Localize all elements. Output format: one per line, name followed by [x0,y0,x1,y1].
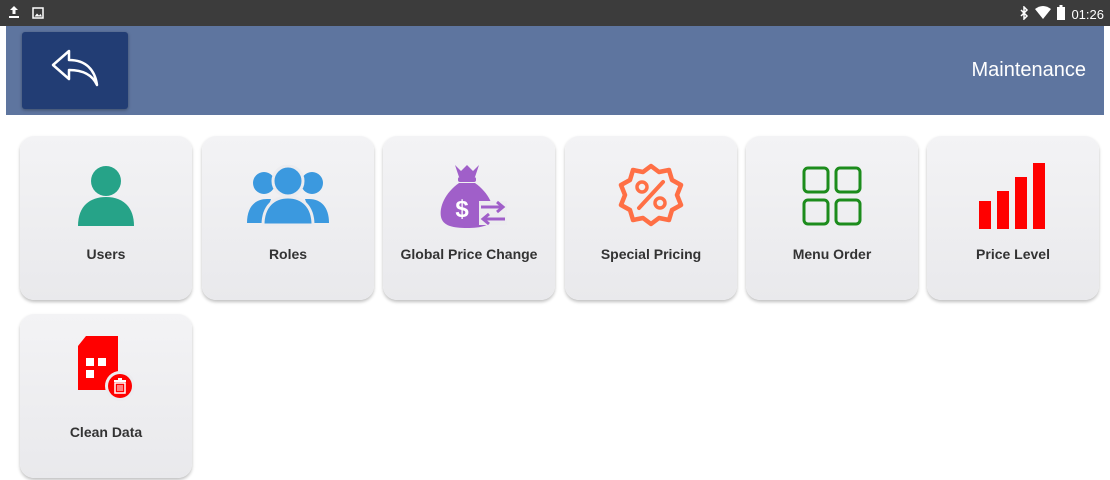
battery-icon [1057,5,1066,25]
tile-label: Global Price Change [400,246,538,262]
tile-label: Menu Order [792,246,872,262]
signal-bars-icon [977,162,1049,234]
page-title: Maintenance [971,59,1086,81]
tile-label: Users [86,246,126,262]
grid-icon [801,165,863,232]
app-bar: Maintenance [6,26,1104,115]
tile-menu-order[interactable]: Menu Order [746,136,918,300]
tile-users[interactable]: Users [20,136,192,300]
svg-text:$: $ [455,196,469,223]
tile-label: Roles [268,246,308,262]
percent-badge-icon [616,163,686,234]
tile-special-pricing[interactable]: Special Pricing [565,136,737,300]
tile-roles[interactable]: Roles [202,136,374,300]
tile-label: Price Level [976,246,1050,262]
roles-icon [247,164,329,232]
status-bar: 01:26 [0,0,1110,26]
back-arrow-icon [49,48,101,93]
tile-global-price-change[interactable]: $ Global Price Change [383,136,555,300]
tile-clean-data[interactable]: Clean Data [20,314,192,478]
tile-label: Special Pricing [600,246,702,262]
money-bag-exchange-icon: $ [429,163,509,234]
bluetooth-icon [1019,4,1029,25]
image-icon [32,6,44,24]
clean-data-icon [74,334,138,407]
status-time: 01:26 [1071,7,1104,22]
tile-price-level[interactable]: Price Level [927,136,1099,300]
user-icon [74,164,138,233]
upload-icon [8,5,20,24]
wifi-icon [1035,5,1052,25]
tile-label: Clean Data [69,424,143,440]
back-button[interactable] [22,32,128,109]
